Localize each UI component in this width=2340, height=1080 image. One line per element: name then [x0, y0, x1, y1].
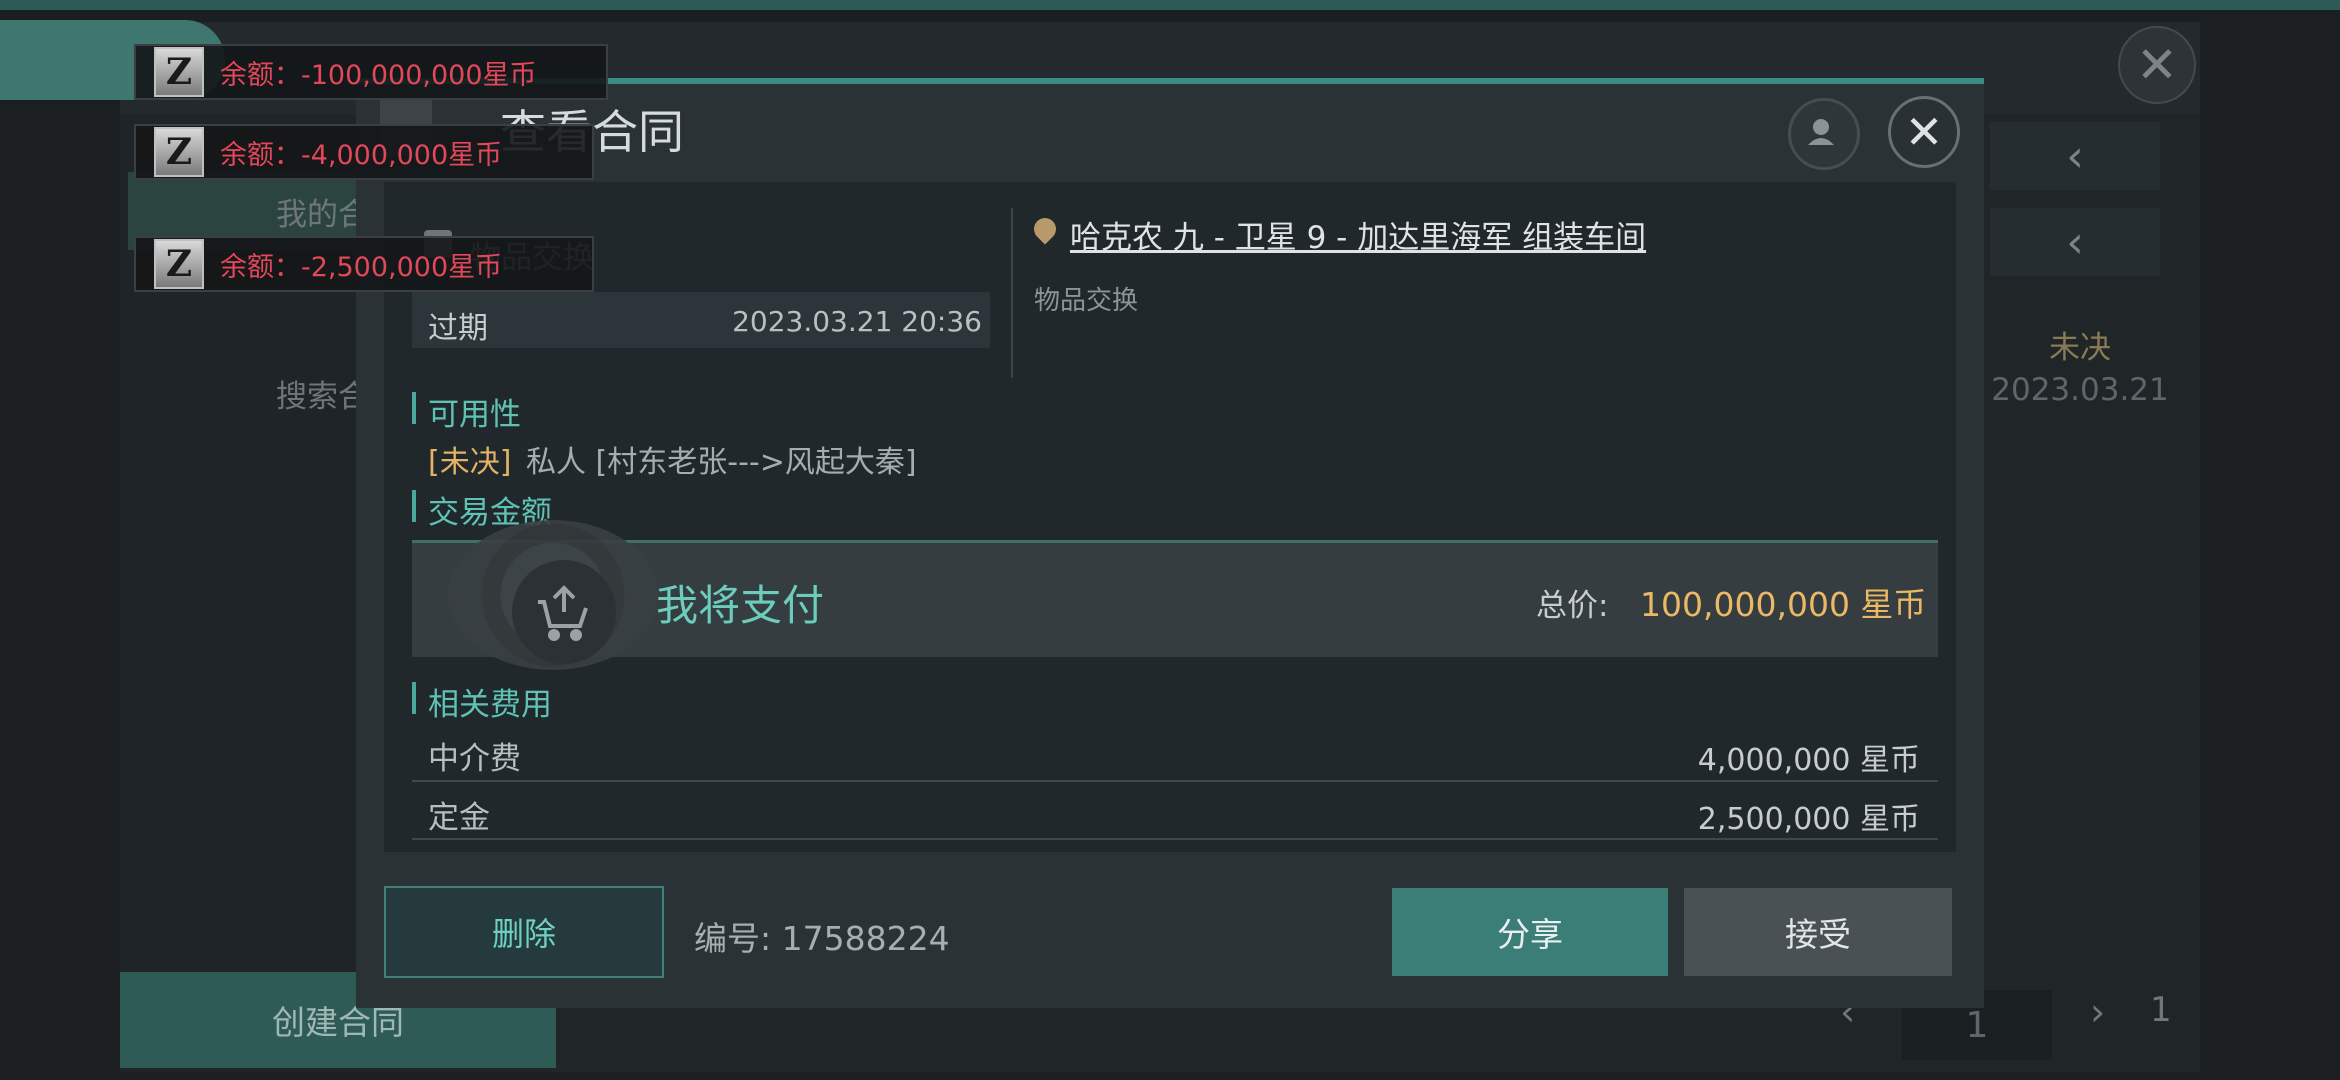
pay-label: 我将支付: [656, 581, 825, 630]
balance-toast: Z 余额：-100,000,000星币: [134, 44, 608, 100]
top-strip: [0, 0, 2340, 10]
list-date: 2023.03.21: [1991, 372, 2169, 408]
pager-total: 1: [2150, 990, 2172, 1030]
fee-value: 4,000,000 星币: [1697, 743, 1920, 778]
fee-value: 2,500,000 星币: [1697, 802, 1920, 837]
chevron-left-icon[interactable]: ‹: [1990, 122, 2160, 190]
expire-label: 过期: [428, 311, 488, 346]
balance-text: 余额：-4,000,000星币: [220, 139, 503, 171]
background-close-icon[interactable]: ✕: [2118, 26, 2196, 104]
location-subtitle: 物品交换: [1034, 286, 1139, 316]
expire-value: 2023.03.21 20:36: [732, 305, 982, 338]
fees-title: 相关费用: [428, 687, 552, 723]
total-value: 100,000,000 星币: [1640, 585, 1927, 624]
contract-number: 编号: 17588224: [694, 919, 950, 958]
location-link[interactable]: 哈克农 九 - 卫星 9 - 加达里海军 组装车间: [1070, 212, 1646, 257]
availability-title: 可用性: [428, 397, 521, 433]
divider: [1011, 208, 1013, 378]
total-label: 总价:: [1536, 588, 1609, 624]
cart-upload-icon: [512, 560, 616, 664]
z-currency-icon: Z: [154, 239, 204, 289]
close-icon[interactable]: ✕: [1888, 96, 1960, 168]
z-currency-icon: Z: [154, 127, 204, 177]
availability-status: [未决]: [428, 445, 512, 480]
fee-label: 定金: [428, 800, 490, 836]
balance-text: 余额：-100,000,000星币: [220, 59, 537, 91]
balance-text: 余额：-2,500,000星币: [220, 251, 503, 283]
chevron-left-icon[interactable]: ‹: [1990, 208, 2160, 276]
z-currency-icon: Z: [154, 47, 204, 97]
balance-toast: Z 余额：-2,500,000星币: [134, 236, 594, 292]
share-button[interactable]: 分享: [1392, 888, 1668, 976]
list-status: 未决: [2049, 330, 2111, 366]
accept-button[interactable]: 接受: [1684, 888, 1952, 976]
section-marker: [412, 682, 416, 714]
fee-label: 中介费: [428, 741, 521, 777]
balance-toast: Z 余额：-4,000,000星币: [134, 124, 594, 180]
section-marker: [412, 392, 416, 424]
section-marker: [412, 490, 416, 522]
user-icon[interactable]: [1788, 98, 1860, 170]
pager-next-icon[interactable]: ›: [2090, 990, 2105, 1034]
availability-text: 私人 [村东老张--->风起大秦]: [526, 445, 917, 480]
delete-button[interactable]: 删除: [384, 886, 664, 978]
